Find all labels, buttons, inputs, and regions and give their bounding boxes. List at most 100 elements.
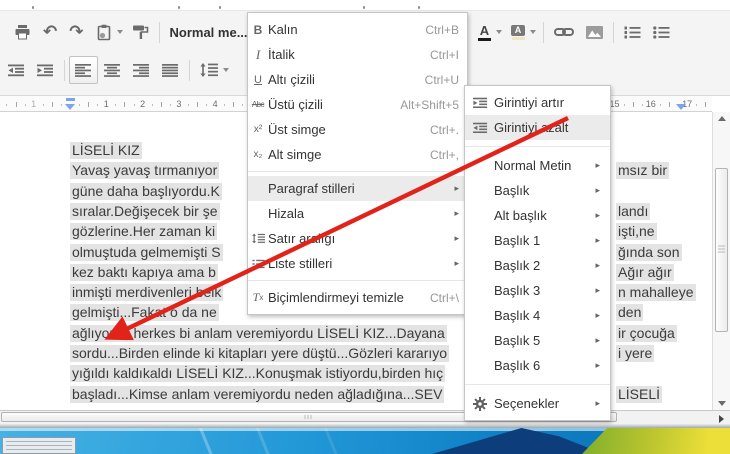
menu-item-subtitle[interactable]: Alt başlık: [465, 203, 610, 228]
horizontal-scrollbar[interactable]: [0, 410, 730, 424]
menu-item-strikethrough[interactable]: Abc Üstü çizili Alt+Shift+5: [248, 92, 467, 117]
vertical-scrollbar-thumb[interactable]: [715, 168, 728, 332]
menu-item-title[interactable]: Başlık: [465, 178, 610, 203]
scroll-down-arrow-icon[interactable]: [718, 401, 726, 406]
text-line[interactable]: yığıldı kaldıkaldı LİSELİ KIZ...Konuşmak…: [70, 365, 446, 383]
menu-item-decrease-indent[interactable]: Girintiyi azalt: [465, 115, 610, 140]
undo-button[interactable]: ↶: [37, 19, 63, 45]
menubar-clipped: [0, 0, 730, 10]
increase-indent-button[interactable]: [31, 57, 60, 83]
menu-item-options[interactable]: Seçenekler: [465, 391, 610, 416]
text-line-fragment[interactable]: landı: [616, 202, 651, 220]
menu-item-heading-6[interactable]: Başlık 6: [465, 353, 610, 378]
right-indent-marker[interactable]: [676, 104, 686, 110]
numbered-list-button[interactable]: [618, 19, 647, 45]
first-line-indent-marker[interactable]: [66, 98, 75, 101]
text-line[interactable]: kez baktı kapıya ama b: [70, 263, 218, 281]
insert-link-button[interactable]: [548, 19, 580, 45]
text-line[interactable]: LİSELİ KIZ: [70, 142, 142, 159]
ruler-tick: [224, 104, 226, 106]
highlight-color-caret[interactable]: [530, 30, 536, 34]
text-color-button[interactable]: A: [472, 19, 493, 45]
ruler-tick: [79, 104, 81, 106]
print-button[interactable]: [8, 19, 37, 45]
menu-item-line-spacing[interactable]: Satır aralığı: [248, 226, 467, 251]
text-color-caret[interactable]: [496, 30, 502, 34]
text-line-fragment[interactable]: ir çocuğa: [616, 324, 677, 342]
justify-button[interactable]: [156, 57, 185, 83]
text-line-fragment[interactable]: den: [616, 304, 644, 322]
menubar-text-remnant: [32, 6, 34, 9]
submenu-arrow-icon: [595, 210, 600, 221]
text-line[interactable]: olmuştuda gelmemişti S: [70, 243, 223, 261]
text-line-fragment[interactable]: LİSELİ: [616, 385, 663, 403]
align-center-button[interactable]: [98, 57, 127, 83]
text-line[interactable]: güne daha başlıyordu.K: [70, 182, 222, 200]
menu-item-underline[interactable]: U Altı çizili Ctrl+U: [248, 67, 467, 92]
text-line[interactable]: inmişti merdivenleri belk: [70, 284, 224, 302]
paragraph-style-selector[interactable]: Normal me...: [164, 25, 254, 40]
text-line[interactable]: sordu...Birden elinde ki kitapları yere …: [70, 345, 450, 362]
vertical-scrollbar[interactable]: [712, 112, 730, 410]
text-line-fragment[interactable]: i yere: [616, 345, 655, 362]
align-right-button[interactable]: [127, 57, 156, 83]
decrease-indent-icon: [472, 122, 487, 133]
menu-item-italic[interactable]: I İtalik Ctrl+I: [248, 42, 467, 67]
paint-format-button[interactable]: [126, 19, 155, 45]
menubar-text-remnant: [219, 6, 221, 9]
ruler-tick: [187, 104, 189, 106]
text-line[interactable]: gelmişti...Fakat o da ne: [70, 304, 219, 322]
left-indent-marker[interactable]: [65, 104, 75, 110]
menu-item-heading-4[interactable]: Başlık 4: [465, 303, 610, 328]
highlight-color-button[interactable]: A: [505, 19, 527, 45]
list-styles-icon: [251, 259, 265, 268]
text-line-fragment[interactable]: n mahalleye: [616, 284, 696, 302]
text-line-fragment[interactable]: Ağır ağır: [616, 263, 674, 281]
text-line[interactable]: sıralar.Değişecek bir şe: [70, 202, 220, 220]
text-line-fragment[interactable]: ğında son: [616, 243, 682, 261]
insert-image-button[interactable]: [580, 19, 609, 45]
text-line[interactable]: gözlerine.Her zaman ki: [70, 223, 218, 241]
menu-item-clear-formatting[interactable]: Tx Biçimlendirmeyi temizle Ctrl+\: [248, 285, 467, 310]
desktop-mini-window[interactable]: [2, 437, 76, 454]
redo-button[interactable]: ↷: [63, 19, 89, 45]
submenu-arrow-icon: [454, 208, 459, 219]
bulleted-list-button[interactable]: [647, 19, 676, 45]
menu-item-bold[interactable]: B Kalın Ctrl+B: [248, 17, 467, 42]
menu-item-align[interactable]: Hizala: [248, 201, 467, 226]
text-line[interactable]: ağlıyordu herkes bi anlam veremiyordu Lİ…: [70, 324, 447, 342]
scroll-right-arrow-icon[interactable]: [719, 415, 724, 423]
text-color-icon: A: [478, 24, 491, 41]
menu-item-heading-5[interactable]: Başlık 5: [465, 328, 610, 353]
menu-item-subscript[interactable]: x₂ Alt simge Ctrl+,: [248, 142, 467, 167]
menu-item-increase-indent[interactable]: Girintiyi artır: [465, 90, 610, 115]
menu-item-list-styles[interactable]: Liste stilleri: [248, 251, 467, 276]
toolbar-separator: [613, 21, 614, 43]
scroll-up-arrow-icon[interactable]: [718, 116, 726, 121]
web-clipboard-caret[interactable]: [116, 30, 123, 34]
align-left-button[interactable]: [69, 56, 98, 84]
toolbar-separator: [158, 21, 160, 43]
menubar-text-remnant: [363, 6, 365, 9]
decrease-indent-button[interactable]: [2, 57, 31, 83]
text-line[interactable]: Yavaş yavaş tırmanıyor: [70, 162, 220, 180]
menu-item-heading-1[interactable]: Başlık 1: [465, 228, 610, 253]
toolbar-separator: [543, 21, 544, 43]
line-spacing-caret[interactable]: [223, 68, 229, 72]
menu-item-superscript[interactable]: x² Üst simge Ctrl+.: [248, 117, 467, 142]
ruler-tick: [632, 102, 634, 107]
web-clipboard-button[interactable]: [90, 19, 114, 45]
wallpaper-swoosh: [432, 428, 604, 454]
ruler-tick: [696, 104, 698, 106]
text-line[interactable]: başladı...Kimse anlam veremiyordu neden …: [70, 385, 445, 403]
menu-item-normal-text[interactable]: Normal Metin: [465, 153, 610, 178]
menu-item-heading-2[interactable]: Başlık 2: [465, 253, 610, 278]
text-line-fragment[interactable]: işti,ne: [616, 223, 657, 241]
subscript-icon: x₂: [253, 149, 263, 160]
app-window: ↶ ↷ Normal me... A A 1 2 3 4 15 16 17 1 …: [0, 0, 730, 454]
link-icon: [554, 28, 574, 36]
line-spacing-button[interactable]: [194, 57, 220, 83]
text-line-fragment[interactable]: msız bir: [616, 162, 669, 180]
menu-item-paragraph-styles[interactable]: Paragraf stilleri: [248, 176, 467, 201]
menu-item-heading-3[interactable]: Başlık 3: [465, 278, 610, 303]
